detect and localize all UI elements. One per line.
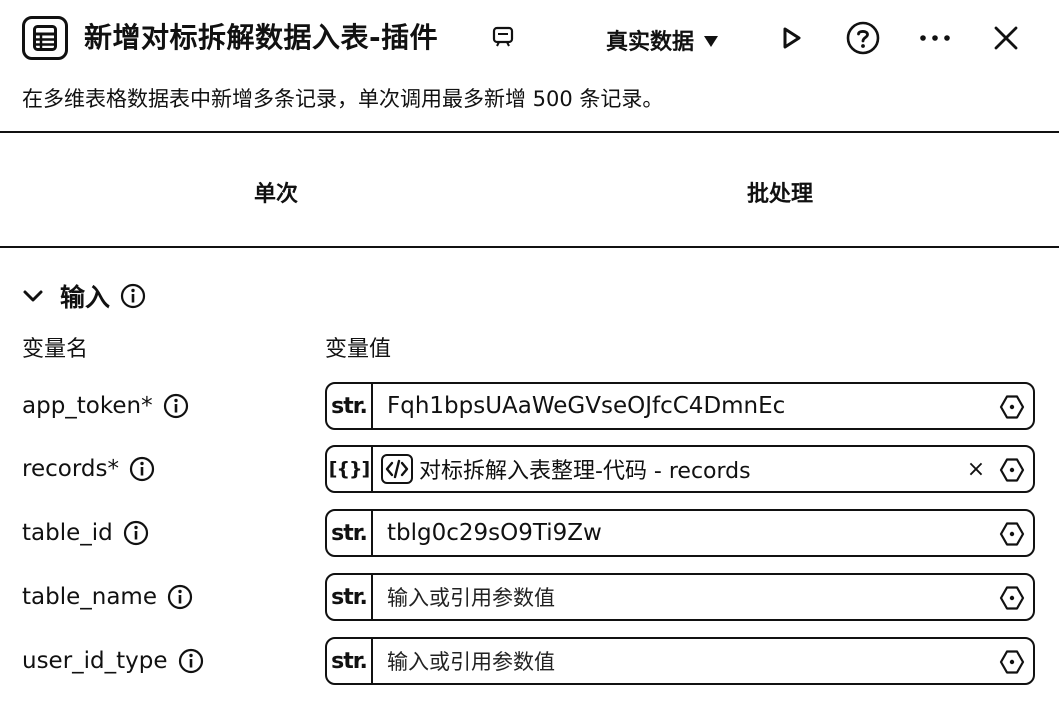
info-icon[interactable] bbox=[129, 456, 155, 482]
close-icon bbox=[994, 26, 1018, 50]
column-header-value: 变量值 bbox=[325, 337, 392, 362]
type-selector[interactable]: [{}] bbox=[327, 447, 373, 491]
field-value[interactable]: Fqh1bpsUAaWeGVseOJfcC4DmnEc bbox=[387, 384, 785, 428]
field-placeholder[interactable]: 输入或引用参数值 bbox=[387, 639, 555, 683]
column-header-name: 变量名 bbox=[22, 337, 89, 362]
close-button[interactable] bbox=[986, 18, 1026, 58]
more-button[interactable] bbox=[915, 18, 955, 58]
info-icon[interactable] bbox=[123, 520, 149, 546]
section-title: 输入 bbox=[60, 283, 111, 312]
plugin-description: 在多维表格数据表中新增多条记录，单次调用最多新增 500 条记录。 bbox=[22, 87, 664, 111]
input-section-toggle[interactable]: 输入 bbox=[22, 278, 146, 314]
param-label-table-id: table_id bbox=[22, 509, 149, 557]
field-placeholder[interactable]: 输入或引用参数值 bbox=[387, 575, 555, 619]
data-mode-label: 真实数据 bbox=[606, 30, 695, 55]
type-selector[interactable]: str. bbox=[327, 639, 373, 683]
param-label-table-name: table_name bbox=[22, 573, 193, 621]
variable-ref-icon[interactable] bbox=[999, 649, 1025, 675]
variable-reference-chip[interactable]: 对标拆解入表整理-代码 - records bbox=[381, 453, 751, 485]
reference-text: 对标拆解入表整理-代码 - records bbox=[419, 459, 751, 484]
info-icon[interactable] bbox=[163, 393, 189, 419]
panel-header: 新增对标拆解数据入表-插件 真实数据 bbox=[0, 0, 1059, 78]
param-name: user_id_type bbox=[22, 648, 168, 674]
more-icon bbox=[920, 35, 950, 41]
table-doc-icon bbox=[22, 16, 68, 60]
info-icon[interactable] bbox=[178, 648, 204, 674]
param-label-user-id-type: user_id_type bbox=[22, 637, 204, 685]
variable-ref-icon[interactable] bbox=[999, 394, 1025, 420]
variable-ref-icon[interactable] bbox=[999, 585, 1025, 611]
tab-single[interactable]: 单次 bbox=[176, 172, 376, 212]
param-name: table_name bbox=[22, 584, 157, 610]
divider bbox=[0, 131, 1059, 133]
divider bbox=[0, 246, 1059, 248]
type-selector[interactable]: str. bbox=[327, 575, 373, 619]
edit-icon[interactable] bbox=[492, 26, 514, 52]
help-button[interactable] bbox=[843, 18, 883, 58]
run-icon bbox=[783, 27, 801, 49]
app-token-field[interactable]: str. Fqh1bpsUAaWeGVseOJfcC4DmnEc bbox=[325, 382, 1035, 430]
chevron-down-icon bbox=[23, 290, 43, 302]
data-mode-select[interactable]: 真实数据 bbox=[606, 22, 719, 58]
run-button[interactable] bbox=[771, 18, 811, 58]
param-name: records* bbox=[22, 456, 119, 482]
field-value[interactable]: tblg0c29sO9Ti9Zw bbox=[387, 511, 602, 555]
type-selector[interactable]: str. bbox=[327, 384, 373, 428]
type-selector[interactable]: str. bbox=[327, 511, 373, 555]
param-label-app-token: app_token* bbox=[22, 382, 189, 430]
table-name-field[interactable]: str. 输入或引用参数值 bbox=[325, 573, 1035, 621]
table-id-field[interactable]: str. tblg0c29sO9Ti9Zw bbox=[325, 509, 1035, 557]
chevron-down-icon bbox=[704, 35, 719, 47]
param-label-records: records* bbox=[22, 445, 155, 493]
page-title: 新增对标拆解数据入表-插件 bbox=[84, 21, 439, 54]
code-node-icon bbox=[381, 454, 413, 484]
help-icon bbox=[846, 21, 880, 55]
user-id-type-field[interactable]: str. 输入或引用参数值 bbox=[325, 637, 1035, 685]
info-icon[interactable] bbox=[120, 283, 146, 309]
records-field[interactable]: [{}] 对标拆解入表整理-代码 - records × bbox=[325, 445, 1035, 493]
info-icon[interactable] bbox=[167, 584, 193, 610]
variable-ref-icon[interactable] bbox=[999, 521, 1025, 547]
param-name: table_id bbox=[22, 520, 113, 546]
param-name: app_token* bbox=[22, 393, 153, 419]
plugin-node-panel: 新增对标拆解数据入表-插件 真实数据 在多维表格数据表中新增多条记录，单次调用最… bbox=[0, 0, 1059, 709]
variable-ref-icon[interactable] bbox=[999, 457, 1025, 483]
clear-icon[interactable]: × bbox=[963, 457, 989, 483]
tab-batch[interactable]: 批处理 bbox=[680, 172, 880, 212]
